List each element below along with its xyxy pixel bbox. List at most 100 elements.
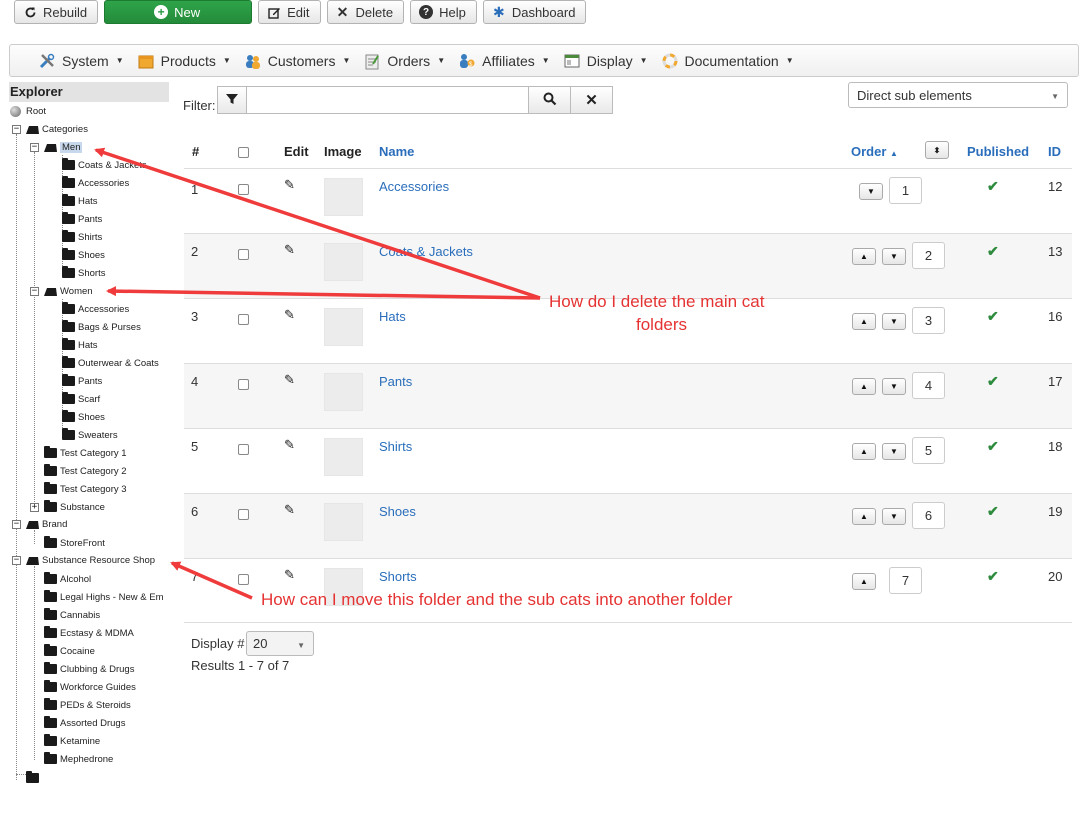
order-input[interactable]: 3: [912, 307, 945, 334]
row-name-link[interactable]: Coats & Jackets: [379, 244, 473, 259]
order-input[interactable]: 2: [912, 242, 945, 269]
menu-orders[interactable]: Orders ▼: [363, 52, 445, 70]
row-name-link[interactable]: Hats: [379, 309, 406, 324]
tree-node[interactable]: Test Category 1: [44, 446, 127, 460]
move-up-button[interactable]: ▲: [852, 248, 876, 265]
order-input[interactable]: 4: [912, 372, 945, 399]
move-down-button[interactable]: ▼: [882, 248, 906, 265]
tree-root[interactable]: Root: [10, 104, 46, 118]
tree-node[interactable]: Scarf: [62, 392, 100, 406]
tree-node-substance-shop[interactable]: Substance Resource Shop: [26, 553, 155, 567]
filter-input[interactable]: [247, 86, 529, 114]
published-check-icon[interactable]: ✔: [987, 503, 999, 520]
header-order[interactable]: Order ▲: [851, 144, 898, 159]
table-row[interactable]: 2 ✎ Coats & Jackets ▲ ▼ 2 ✔ 13: [184, 233, 1072, 298]
tree-node[interactable]: Mephedrone: [44, 752, 113, 766]
scope-select[interactable]: Direct sub elements ▼: [848, 82, 1068, 108]
row-name-link[interactable]: Shoes: [379, 504, 416, 519]
tree-node-empty[interactable]: [26, 771, 42, 785]
row-name-link[interactable]: Shorts: [379, 569, 417, 584]
tree-node[interactable]: Shoes: [62, 248, 105, 262]
help-button[interactable]: ? Help: [410, 0, 477, 24]
order-input[interactable]: 6: [912, 502, 945, 529]
move-down-button[interactable]: ▼: [882, 313, 906, 330]
tree-node[interactable]: Cocaine: [44, 644, 95, 658]
save-order-button[interactable]: ⬍: [925, 141, 949, 159]
row-checkbox[interactable]: [238, 444, 249, 455]
tree-node[interactable]: Hats: [62, 194, 98, 208]
collapse-toggle[interactable]: −: [30, 143, 39, 152]
move-down-button[interactable]: ▼: [882, 378, 906, 395]
tree-node[interactable]: Workforce Guides: [44, 680, 136, 694]
collapse-toggle[interactable]: −: [12, 125, 21, 134]
move-up-button[interactable]: ▲: [852, 313, 876, 330]
tree-node[interactable]: Shoes: [62, 410, 105, 424]
delete-button[interactable]: ✕ Delete: [326, 0, 405, 24]
filter-toggle-button[interactable]: [217, 86, 247, 114]
tree-node[interactable]: Hats: [62, 338, 98, 352]
expand-toggle[interactable]: +: [30, 503, 39, 512]
table-row[interactable]: 4 ✎ Pants ▲ ▼ 4 ✔ 17: [184, 363, 1072, 428]
published-check-icon[interactable]: ✔: [987, 178, 999, 195]
menu-display[interactable]: Display ▼: [563, 52, 648, 70]
order-input[interactable]: 7: [889, 567, 922, 594]
tree-node[interactable]: Sweaters: [62, 428, 118, 442]
tree-node[interactable]: Test Category 2: [44, 464, 127, 478]
clear-filter-button[interactable]: ✕: [571, 86, 613, 114]
tree-node[interactable]: Cannabis: [44, 608, 100, 622]
tree-node[interactable]: Clubbing & Drugs: [44, 662, 134, 676]
pencil-icon[interactable]: ✎: [284, 372, 295, 388]
tree-node[interactable]: Shirts: [62, 230, 102, 244]
tree-node[interactable]: Assorted Drugs: [44, 716, 125, 730]
tree-node[interactable]: Pants: [62, 374, 102, 388]
select-all-checkbox[interactable]: [238, 147, 249, 158]
search-button[interactable]: [529, 86, 571, 114]
pencil-icon[interactable]: ✎: [284, 307, 295, 323]
tree-node[interactable]: StoreFront: [44, 536, 105, 550]
tree-node[interactable]: Test Category 3: [44, 482, 127, 496]
move-up-button[interactable]: ▲: [852, 378, 876, 395]
table-row[interactable]: 1 ✎ Accessories ▼ 1 ✔ 12: [184, 168, 1072, 233]
pencil-icon[interactable]: ✎: [284, 502, 295, 518]
collapse-toggle[interactable]: −: [30, 287, 39, 296]
tree-node-brand[interactable]: Brand: [26, 517, 67, 531]
menu-customers[interactable]: Customers ▼: [244, 52, 350, 70]
published-check-icon[interactable]: ✔: [987, 308, 999, 325]
tree-node[interactable]: Outerwear & Coats: [62, 356, 159, 370]
order-input[interactable]: 1: [889, 177, 922, 204]
tree-node[interactable]: Shorts: [62, 266, 105, 280]
row-checkbox[interactable]: [238, 184, 249, 195]
move-down-button[interactable]: ▼: [882, 443, 906, 460]
edit-button[interactable]: Edit: [258, 0, 321, 24]
row-name-link[interactable]: Shirts: [379, 439, 412, 454]
collapse-toggle[interactable]: −: [12, 520, 21, 529]
display-limit-select[interactable]: 20 ▼: [246, 631, 314, 656]
tree-node[interactable]: Alcohol: [44, 572, 91, 586]
move-up-button[interactable]: ▲: [852, 508, 876, 525]
row-name-link[interactable]: Pants: [379, 374, 412, 389]
tree-node-women[interactable]: Women: [44, 284, 93, 298]
row-checkbox[interactable]: [238, 509, 249, 520]
published-check-icon[interactable]: ✔: [987, 243, 999, 260]
tree-node[interactable]: PEDs & Steroids: [44, 698, 131, 712]
pencil-icon[interactable]: ✎: [284, 437, 295, 453]
dashboard-button[interactable]: ✱ Dashboard: [482, 0, 587, 24]
published-check-icon[interactable]: ✔: [987, 568, 999, 585]
tree-node[interactable]: Accessories: [62, 176, 129, 190]
tree-node-men[interactable]: Men: [44, 140, 83, 154]
header-id[interactable]: ID: [1048, 144, 1061, 159]
tree-node[interactable]: Pants: [62, 212, 102, 226]
menu-documentation[interactable]: Documentation ▼: [661, 52, 794, 70]
row-checkbox[interactable]: [238, 314, 249, 325]
tree-node-substance[interactable]: Substance: [44, 500, 105, 514]
pencil-icon[interactable]: ✎: [284, 567, 295, 583]
move-up-button[interactable]: ▲: [852, 443, 876, 460]
header-published[interactable]: Published: [967, 144, 1029, 159]
tree-node[interactable]: Bags & Purses: [62, 320, 141, 334]
order-input[interactable]: 5: [912, 437, 945, 464]
row-checkbox[interactable]: [238, 249, 249, 260]
collapse-toggle[interactable]: −: [12, 556, 21, 565]
table-row[interactable]: 6 ✎ Shoes ▲ ▼ 6 ✔ 19: [184, 493, 1072, 558]
menu-affiliates[interactable]: $ Affiliates ▼: [458, 52, 550, 70]
header-name[interactable]: Name: [379, 144, 414, 159]
